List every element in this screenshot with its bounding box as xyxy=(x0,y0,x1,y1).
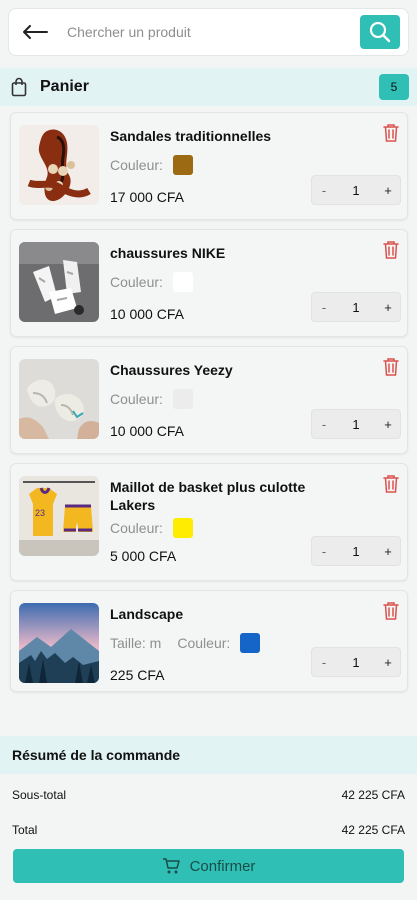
arrow-left-icon xyxy=(23,25,48,39)
color-row: Couleur: xyxy=(110,155,193,175)
subtotal-row: Sous-total 42 225 CFA xyxy=(12,788,405,802)
decrease-qty-button[interactable]: - xyxy=(312,183,336,198)
product-image xyxy=(19,603,99,683)
cart-item: Chaussures Yeezy Couleur: 10 000 CFA - 1… xyxy=(10,346,408,454)
order-summary-title: Résumé de la commande xyxy=(0,736,417,774)
size-color-row: Taille: m Couleur: xyxy=(110,633,261,653)
remove-item-button[interactable] xyxy=(381,123,401,145)
product-image xyxy=(19,125,99,205)
color-swatch xyxy=(172,389,193,409)
quantity-value: 1 xyxy=(352,182,360,198)
product-price: 225 CFA xyxy=(110,667,165,683)
color-label: Couleur: xyxy=(110,157,163,173)
color-row: Couleur: xyxy=(110,272,193,292)
quantity-stepper: - 1 + xyxy=(311,292,401,322)
size-label: Taille: m xyxy=(110,635,162,651)
confirm-label: Confirmer xyxy=(189,857,256,875)
decrease-qty-button[interactable]: - xyxy=(312,655,336,670)
total-label: Total xyxy=(12,823,38,837)
increase-qty-button[interactable]: + xyxy=(376,655,400,670)
color-swatch xyxy=(172,518,193,538)
color-swatch xyxy=(240,633,261,653)
cart-item: 23 Maillot de basket plus culotte Lakers… xyxy=(10,463,408,581)
quantity-value: 1 xyxy=(352,543,360,559)
cart-item: Sandales traditionnelles Couleur: 17 000… xyxy=(10,112,408,220)
total-value: 42 225 CFA xyxy=(341,823,405,837)
cart-count-badge: 5 xyxy=(379,74,409,100)
total-row: Total 42 225 CFA xyxy=(12,823,405,837)
search-button[interactable] xyxy=(360,15,400,49)
product-name: Sandales traditionnelles xyxy=(110,128,272,144)
product-name: Landscape xyxy=(110,606,184,622)
color-row: Couleur: xyxy=(110,518,193,538)
product-image: 23 xyxy=(19,476,99,556)
product-price: 10 000 CFA xyxy=(110,306,184,322)
quantity-stepper: - 1 + xyxy=(311,536,401,566)
product-name: chaussures NIKE xyxy=(110,245,226,261)
confirm-button[interactable]: Confirmer xyxy=(13,849,404,883)
quantity-stepper: - 1 + xyxy=(311,409,401,439)
shopping-bag-icon xyxy=(10,77,28,97)
color-swatch xyxy=(172,155,193,175)
color-swatch xyxy=(172,272,193,292)
back-button[interactable] xyxy=(13,10,57,54)
trash-icon xyxy=(383,358,399,376)
decrease-qty-button[interactable]: - xyxy=(312,417,336,432)
product-price: 5 000 CFA xyxy=(110,548,177,564)
product-price: 10 000 CFA xyxy=(110,423,184,439)
search-icon xyxy=(369,21,391,43)
product-name: Maillot de basket plus culotte Lakers xyxy=(110,479,306,513)
color-label: Couleur: xyxy=(177,635,231,651)
cart-item: Landscape Taille: m Couleur: 225 CFA - 1… xyxy=(10,590,408,692)
cart-item: chaussures NIKE Couleur: 10 000 CFA - 1 … xyxy=(10,229,408,337)
remove-item-button[interactable] xyxy=(381,240,401,262)
decrease-qty-button[interactable]: - xyxy=(312,544,336,559)
quantity-stepper: - 1 + xyxy=(311,647,401,677)
cart-icon xyxy=(162,858,180,874)
trash-icon xyxy=(383,124,399,142)
color-label: Couleur: xyxy=(110,520,163,536)
increase-qty-button[interactable]: + xyxy=(376,183,400,198)
quantity-value: 1 xyxy=(352,416,360,432)
color-label: Couleur: xyxy=(110,391,163,407)
remove-item-button[interactable] xyxy=(381,601,401,623)
quantity-value: 1 xyxy=(352,654,360,670)
decrease-qty-button[interactable]: - xyxy=(312,300,336,315)
product-price: 17 000 CFA xyxy=(110,189,184,205)
subtotal-label: Sous-total xyxy=(12,788,67,802)
quantity-stepper: - 1 + xyxy=(311,175,401,205)
product-name: Chaussures Yeezy xyxy=(110,362,233,378)
increase-qty-button[interactable]: + xyxy=(376,544,400,559)
remove-item-button[interactable] xyxy=(381,474,401,496)
increase-qty-button[interactable]: + xyxy=(376,300,400,315)
subtotal-value: 42 225 CFA xyxy=(341,788,405,802)
trash-icon xyxy=(383,475,399,493)
quantity-value: 1 xyxy=(352,299,360,315)
trash-icon xyxy=(383,602,399,620)
search-input[interactable] xyxy=(67,24,360,40)
remove-item-button[interactable] xyxy=(381,357,401,379)
increase-qty-button[interactable]: + xyxy=(376,417,400,432)
svg-text:23: 23 xyxy=(35,508,45,518)
search-bar xyxy=(8,8,409,56)
trash-icon xyxy=(383,241,399,259)
cart-title: Panier xyxy=(40,78,89,95)
product-image xyxy=(19,242,99,322)
color-row: Couleur: xyxy=(110,389,193,409)
color-label: Couleur: xyxy=(110,274,163,290)
product-image xyxy=(19,359,99,439)
cart-header: Panier 5 xyxy=(0,68,417,106)
